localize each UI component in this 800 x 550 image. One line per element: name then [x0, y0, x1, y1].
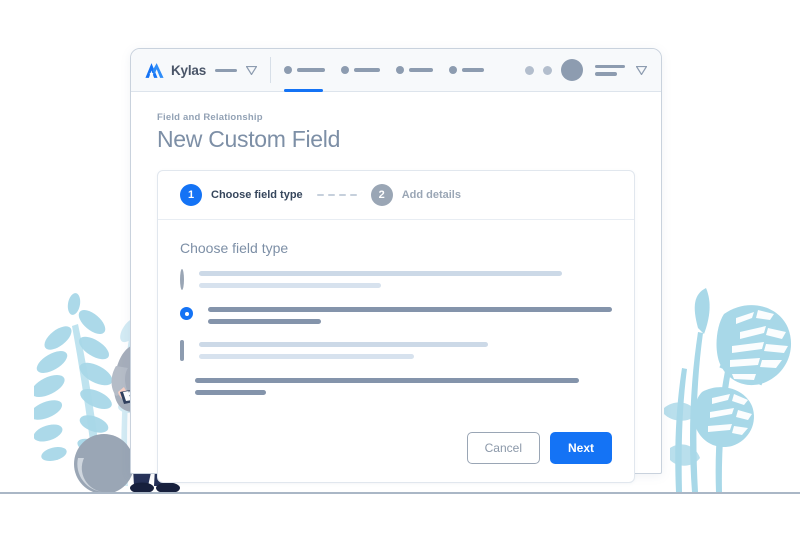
account-lines-icon[interactable] — [595, 64, 625, 76]
stepper: 1 Choose field type 2 Add details — [158, 171, 634, 220]
breadcrumb: Field and Relationship — [157, 112, 263, 123]
page-title: New Custom Field — [157, 126, 341, 152]
field-type-option-4[interactable] — [180, 377, 612, 395]
browser-window: Kylas Field and Relationship New Custom … — [130, 48, 662, 483]
step-number: 2 — [370, 184, 393, 206]
option-text-placeholder — [199, 270, 612, 288]
step-label: Add details — [401, 189, 461, 201]
nav-dot-icon — [341, 66, 350, 74]
step-label: Choose field type — [211, 189, 303, 201]
nav-label-placeholder — [354, 68, 381, 72]
step-add-details[interactable]: 2 Add details — [370, 184, 461, 206]
card-actions: Cancel Next — [158, 426, 634, 482]
user-avatar-icon[interactable] — [561, 59, 583, 81]
brand-menu-dash[interactable] — [215, 68, 238, 72]
radio-unselected-icon[interactable] — [180, 269, 184, 290]
ground-line — [0, 492, 800, 494]
radio-selected-icon[interactable] — [180, 307, 193, 320]
checkbox-unchecked-icon[interactable] — [180, 340, 184, 361]
nav-dot-icon — [284, 66, 293, 74]
brand-logo[interactable]: Kylas — [131, 62, 206, 79]
section-title: Choose field type — [180, 240, 289, 256]
field-type-options: Choose field type — [158, 220, 634, 426]
main-nav — [284, 49, 525, 92]
nav-dot-icon — [396, 66, 405, 74]
nav-label-placeholder — [297, 68, 326, 72]
kylas-mountain-logo — [145, 62, 164, 78]
field-type-option-1[interactable] — [180, 269, 612, 290]
nav-label-placeholder — [462, 68, 485, 72]
step-choose-field-type[interactable]: 1 Choose field type — [180, 184, 303, 206]
page-content: Field and Relationship New Custom Field … — [131, 92, 661, 483]
brand-name: Kylas — [171, 62, 207, 78]
app-header: Kylas — [131, 49, 661, 92]
nav-item-1[interactable] — [284, 49, 326, 92]
monstera-plant-illustration — [664, 288, 792, 492]
status-dot-icon[interactable] — [543, 65, 552, 75]
step-number: 1 — [180, 184, 202, 206]
nav-item-2[interactable] — [341, 49, 381, 91]
nav-dot-icon — [449, 66, 458, 74]
next-button[interactable]: Next — [549, 432, 612, 464]
field-type-option-2[interactable] — [180, 306, 612, 324]
cancel-button[interactable]: Cancel — [466, 432, 540, 464]
nav-label-placeholder — [409, 68, 434, 72]
illustration-scene: Kylas Field and Relationship New Custom … — [0, 0, 800, 550]
nav-item-3[interactable] — [396, 49, 434, 91]
option-text-placeholder — [208, 306, 612, 324]
status-dot-icon[interactable] — [525, 65, 534, 75]
step-connector — [316, 194, 357, 196]
triangle-down-icon[interactable] — [246, 65, 258, 75]
header-right-zone — [525, 59, 661, 81]
nav-item-4[interactable] — [449, 49, 485, 91]
chevron-down-icon[interactable] — [636, 65, 647, 75]
field-type-option-3[interactable] — [180, 340, 612, 361]
option-text-placeholder — [199, 341, 612, 359]
option-text-placeholder — [195, 377, 612, 395]
header-divider — [270, 57, 272, 83]
new-custom-field-card: 1 Choose field type 2 Add details Choose… — [157, 170, 635, 483]
